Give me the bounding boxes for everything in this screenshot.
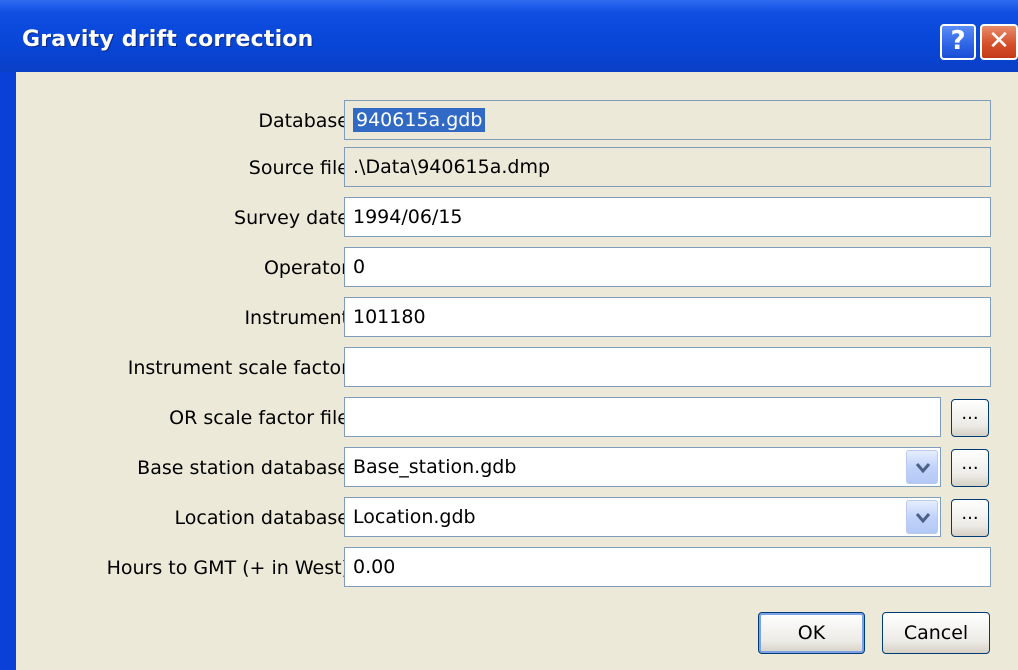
instrument-row: Instrument 101180 (16, 297, 1018, 339)
base-station-database-combo[interactable]: Base_station.gdb (344, 447, 941, 487)
dialog-title: Gravity drift correction (22, 27, 314, 52)
help-button[interactable]: ? (940, 24, 976, 60)
instrument-label: Instrument (244, 307, 349, 329)
hours-to-gmt-label: Hours to GMT (+ in West) (106, 557, 349, 579)
instrument-input[interactable]: 101180 (344, 297, 991, 337)
chevron-down-icon (915, 463, 931, 474)
scale-factor-file-label: OR scale factor file (169, 407, 349, 429)
ok-button[interactable]: OK (758, 612, 865, 654)
hours-to-gmt-row: Hours to GMT (+ in West) 0.00 (16, 547, 1018, 589)
survey-date-row: Survey date 1994/06/15 (16, 197, 1018, 239)
dialog-window: Gravity drift correction ? ✕ Database 94… (0, 0, 1018, 670)
instrument-scale-factor-row: Instrument scale factor (16, 347, 1018, 389)
base-station-database-row: Base station database Base_station.gdb .… (16, 447, 1018, 489)
dialog-body: Database 940615a.gdb Source file .\Data\… (16, 72, 1018, 670)
scale-factor-file-input[interactable] (344, 397, 941, 437)
operator-row: Operator 0 (16, 247, 1018, 289)
location-database-value: Location.gdb (353, 506, 476, 528)
base-station-database-value: Base_station.gdb (353, 456, 517, 478)
location-browse-button[interactable]: ... (951, 499, 989, 537)
base-station-dropdown-button[interactable] (906, 450, 938, 484)
location-database-label: Location database (174, 507, 350, 529)
database-label: Database (258, 110, 349, 132)
chevron-down-icon (915, 513, 931, 524)
base-station-database-label: Base station database (137, 457, 349, 479)
source-file-row: Source file .\Data\940615a.dmp (16, 147, 1018, 189)
title-bar[interactable]: Gravity drift correction ? ✕ (0, 0, 1018, 72)
operator-label: Operator (263, 257, 349, 279)
database-field[interactable]: 940615a.gdb (344, 100, 991, 140)
location-dropdown-button[interactable] (906, 500, 938, 534)
location-database-combo[interactable]: Location.gdb (344, 497, 941, 537)
operator-input[interactable]: 0 (344, 247, 991, 287)
database-value: 940615a.gdb (353, 108, 486, 132)
database-row: Database 940615a.gdb (16, 100, 1018, 142)
survey-date-input[interactable]: 1994/06/15 (344, 197, 991, 237)
instrument-scale-factor-input[interactable] (344, 347, 991, 387)
survey-date-label: Survey date (234, 207, 349, 229)
scale-factor-file-browse-button[interactable]: ... (951, 399, 989, 437)
cancel-button[interactable]: Cancel (882, 612, 990, 654)
instrument-scale-factor-label: Instrument scale factor (127, 357, 349, 379)
source-file-label: Source file (248, 157, 349, 179)
hours-to-gmt-input[interactable]: 0.00 (344, 547, 991, 587)
close-button[interactable]: ✕ (980, 24, 1018, 60)
scale-factor-file-row: OR scale factor file ... (16, 397, 1018, 439)
location-database-row: Location database Location.gdb ... (16, 497, 1018, 539)
source-file-field[interactable]: .\Data\940615a.dmp (344, 147, 991, 187)
base-station-browse-button[interactable]: ... (951, 449, 989, 487)
